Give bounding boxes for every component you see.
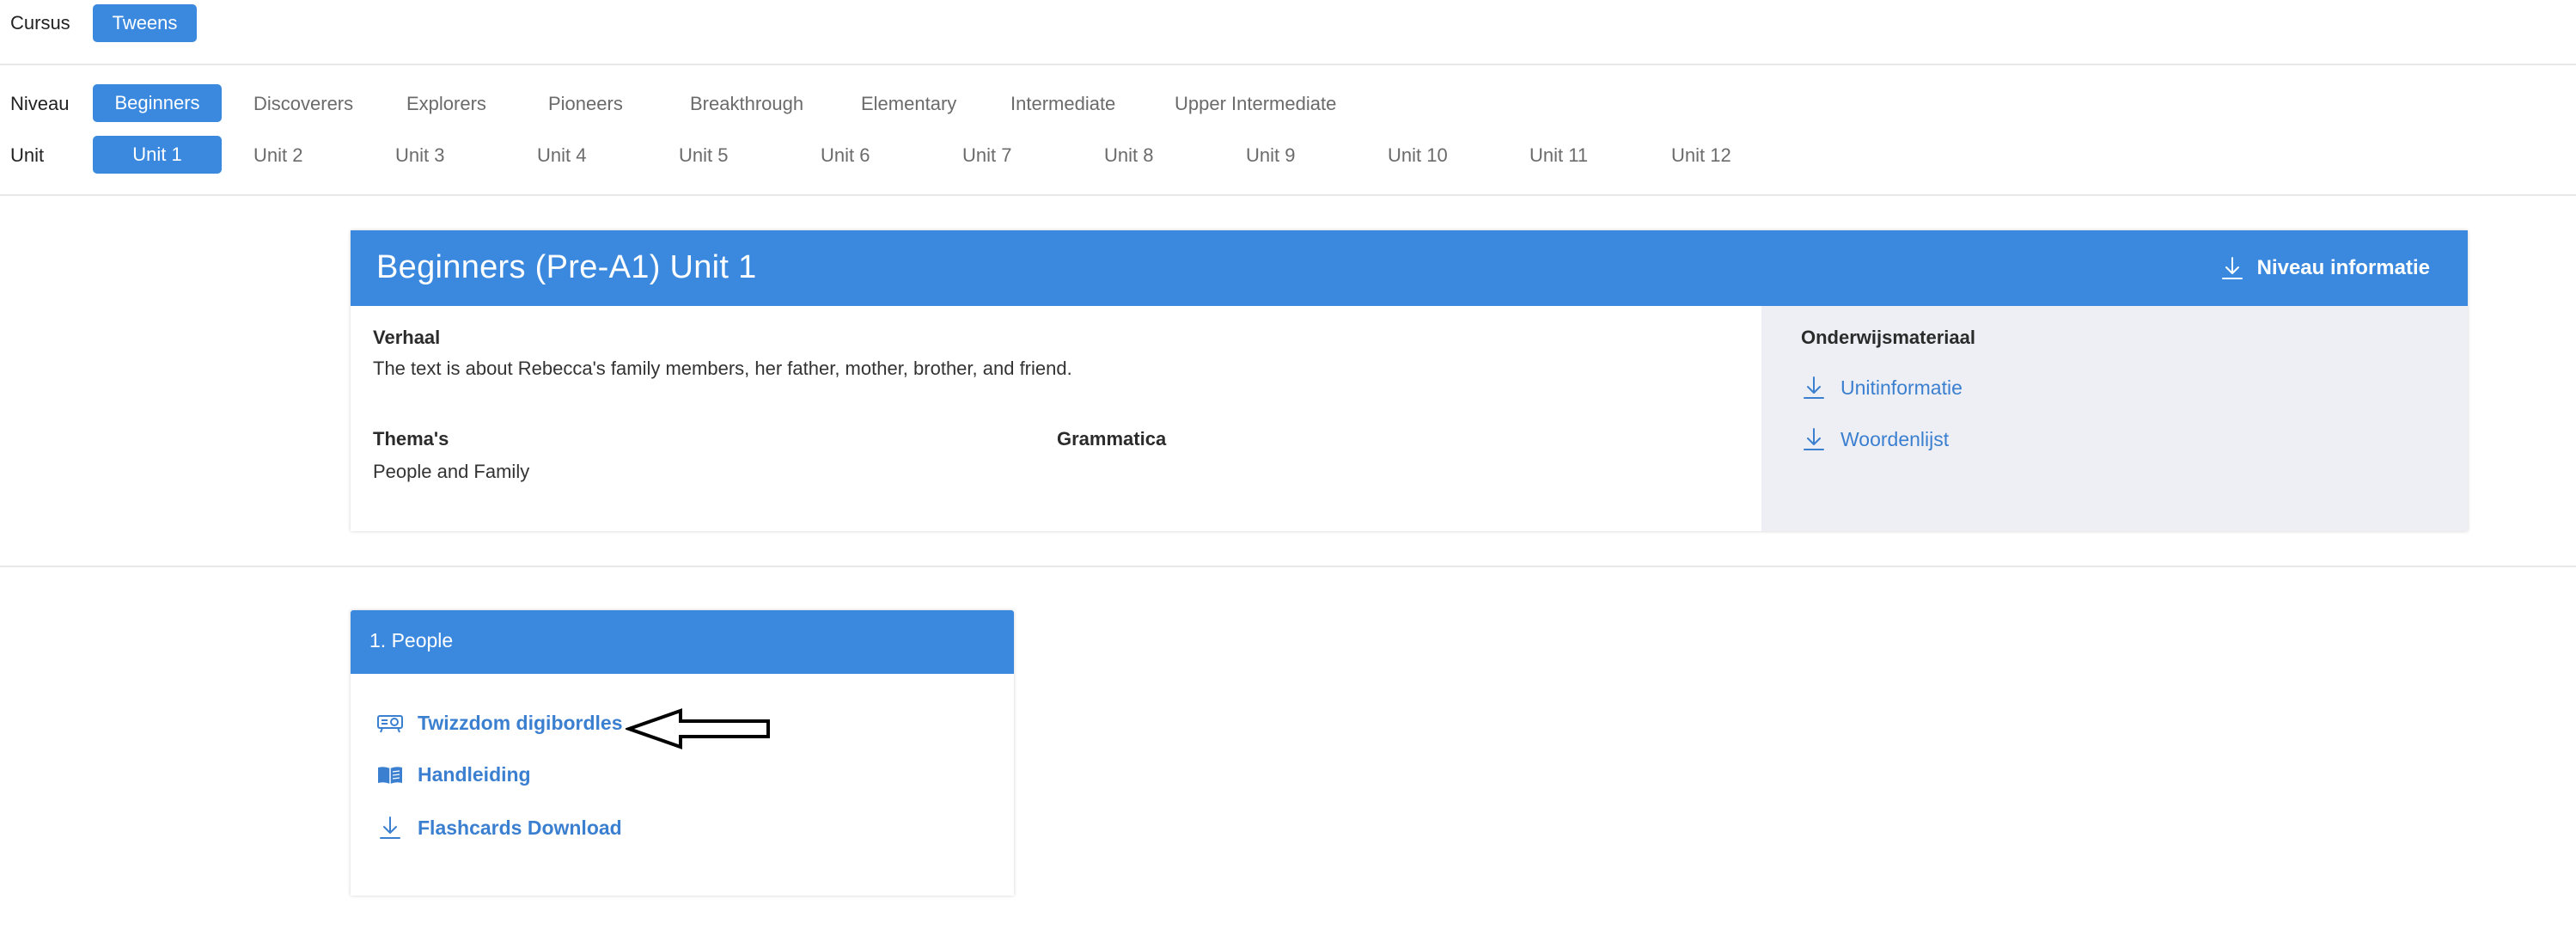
unit-6[interactable]: Unit 6 bbox=[821, 144, 870, 167]
download-icon bbox=[2221, 257, 2243, 279]
unit-3[interactable]: Unit 3 bbox=[395, 144, 444, 167]
unit-1-button[interactable]: Unit 1 bbox=[93, 136, 222, 174]
themas-label: Thema's bbox=[373, 428, 449, 450]
download-icon bbox=[1804, 376, 1824, 399]
flashcards-download-label: Flashcards Download bbox=[418, 816, 622, 839]
onderwijsmateriaal-label: Onderwijsmateriaal bbox=[1801, 327, 1975, 348]
verhaal-label: Verhaal bbox=[373, 327, 441, 348]
niveau-upper-intermediate[interactable]: Upper Intermediate bbox=[1175, 93, 1336, 115]
book-icon bbox=[378, 766, 402, 784]
lesson-header: 1. People bbox=[351, 610, 1014, 674]
niveau-elementary[interactable]: Elementary bbox=[861, 93, 956, 115]
divider bbox=[0, 566, 2576, 567]
niveau-beginners-button[interactable]: Beginners bbox=[93, 84, 222, 122]
cursus-tweens-button[interactable]: Tweens bbox=[93, 4, 197, 42]
unit-5[interactable]: Unit 5 bbox=[679, 144, 728, 167]
unit-4[interactable]: Unit 4 bbox=[537, 144, 586, 167]
unit-card-header: Beginners (Pre-A1) Unit 1 Niveau informa… bbox=[351, 230, 2468, 306]
twizzdom-digibordles-label: Twizzdom digibordles bbox=[418, 712, 623, 734]
niveau-pioneers[interactable]: Pioneers bbox=[548, 93, 623, 115]
lesson-title: 1. People bbox=[369, 629, 454, 651]
unit-title: Beginners (Pre-A1) Unit 1 bbox=[376, 249, 757, 285]
projector-icon bbox=[377, 714, 403, 732]
divider bbox=[0, 64, 2576, 65]
niveau-informatie-label: Niveau informatie bbox=[2256, 256, 2430, 279]
niveau-explorers[interactable]: Explorers bbox=[406, 93, 486, 115]
unit-2[interactable]: Unit 2 bbox=[253, 144, 302, 167]
unit-details: Verhaal The text is about Rebecca's fami… bbox=[351, 306, 1761, 531]
onderwijsmateriaal-panel: Onderwijsmateriaal Unitinformatie Woorde… bbox=[1761, 306, 2468, 531]
left-arrow-icon bbox=[626, 708, 770, 749]
woordenlijst-label: Woordenlijst bbox=[1840, 427, 1950, 450]
download-icon bbox=[380, 817, 400, 839]
verhaal-text: The text is about Rebecca's family membe… bbox=[373, 358, 1072, 379]
cursus-label: Cursus bbox=[10, 12, 70, 34]
lesson-card: 1. People Twizzdom digibordles Handleidi… bbox=[351, 610, 1014, 896]
unit-11[interactable]: Unit 11 bbox=[1529, 144, 1588, 167]
niveau-discoverers[interactable]: Discoverers bbox=[253, 93, 353, 115]
niveau-informatie-button[interactable]: Niveau informatie bbox=[2219, 253, 2430, 284]
grammatica-label: Grammatica bbox=[1057, 428, 1167, 450]
unit-8[interactable]: Unit 8 bbox=[1104, 144, 1153, 167]
handleiding-link[interactable]: Handleiding bbox=[376, 763, 531, 786]
niveau-intermediate[interactable]: Intermediate bbox=[1010, 93, 1115, 115]
unit-9[interactable]: Unit 9 bbox=[1246, 144, 1295, 167]
unitinformatie-label: Unitinformatie bbox=[1840, 376, 1963, 399]
unit-card: Beginners (Pre-A1) Unit 1 Niveau informa… bbox=[351, 230, 2468, 531]
niveau-breakthrough[interactable]: Breakthrough bbox=[690, 93, 803, 115]
niveau-label: Niveau bbox=[10, 93, 70, 114]
unitinformatie-link[interactable]: Unitinformatie bbox=[1801, 375, 1963, 401]
unit-12[interactable]: Unit 12 bbox=[1671, 144, 1731, 167]
twizzdom-digibordles-link[interactable]: Twizzdom digibordles bbox=[376, 712, 623, 735]
download-icon bbox=[1804, 428, 1824, 450]
handleiding-label: Handleiding bbox=[418, 763, 531, 786]
woordenlijst-link[interactable]: Woordenlijst bbox=[1801, 426, 1949, 452]
unit-10[interactable]: Unit 10 bbox=[1388, 144, 1448, 167]
flashcards-download-link[interactable]: Flashcards Download bbox=[376, 815, 622, 841]
themas-text: People and Family bbox=[373, 461, 530, 482]
unit-7[interactable]: Unit 7 bbox=[962, 144, 1011, 167]
divider bbox=[0, 194, 2576, 196]
unit-label: Unit bbox=[10, 144, 45, 166]
